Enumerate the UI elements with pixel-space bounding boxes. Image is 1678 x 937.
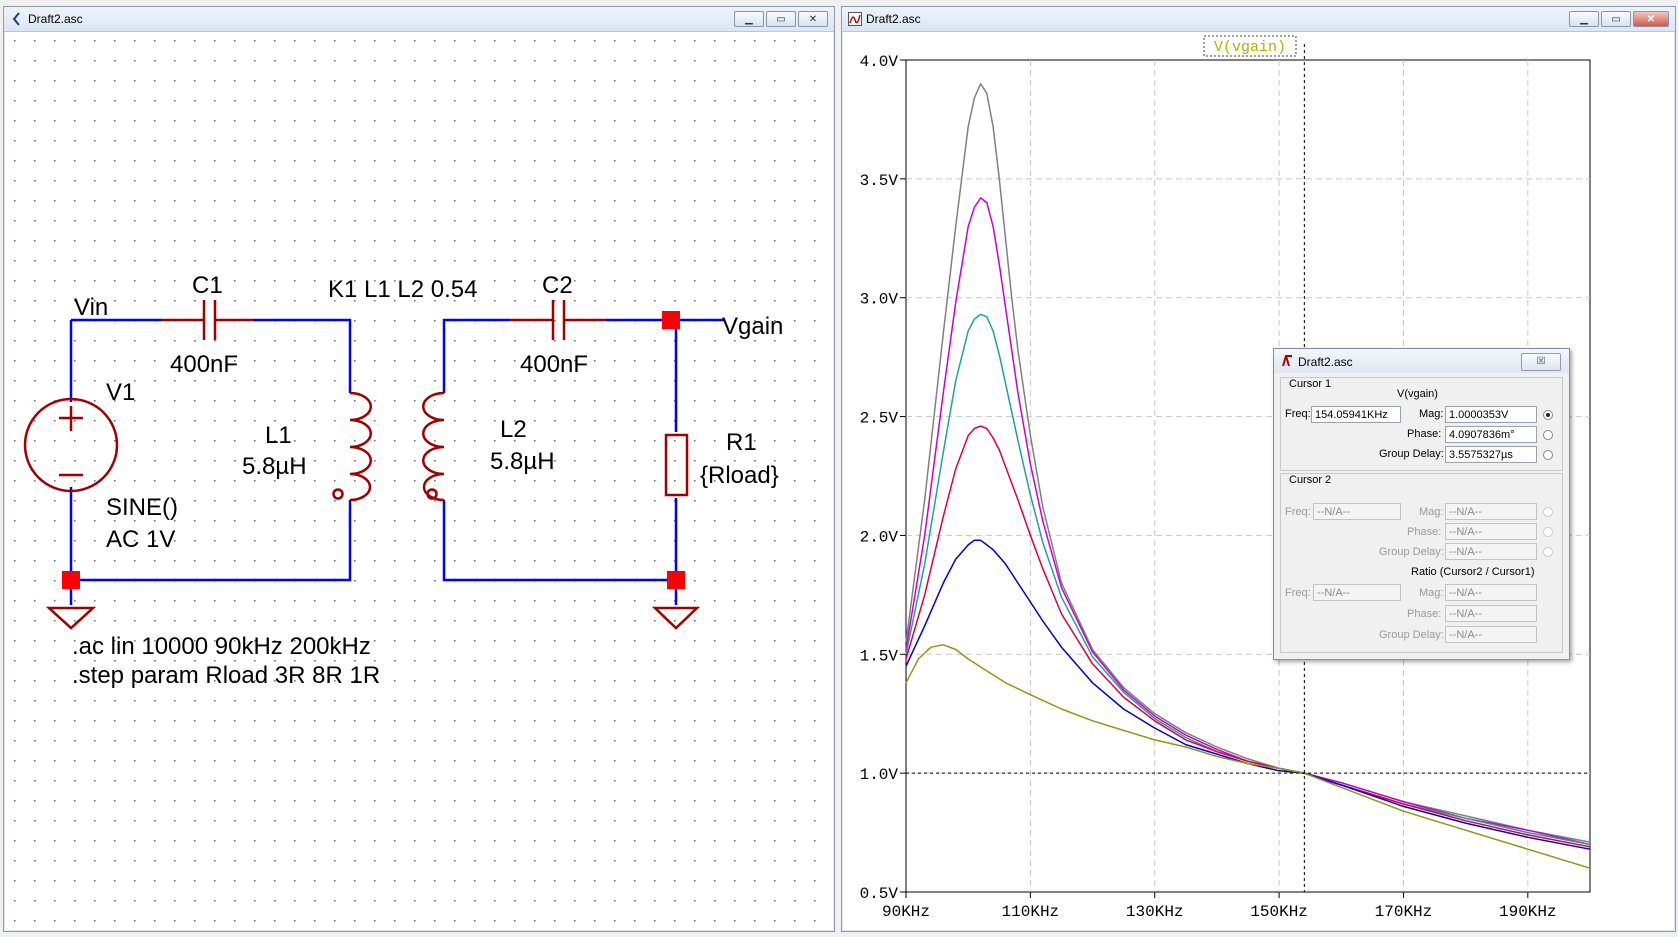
cursor1-trace-name: V(vgain) xyxy=(1397,388,1438,400)
phase-label: Phase: xyxy=(1407,608,1442,620)
node-ground[interactable] xyxy=(667,571,685,589)
x-tick-label: 170KHz xyxy=(1375,903,1433,921)
ratio-freq-field[interactable]: --N/A-- xyxy=(1313,584,1401,601)
schematic-window-title: Draft2.asc xyxy=(28,12,83,26)
group-delay-label: Group Delay: xyxy=(1379,448,1444,460)
group-delay-label: Group Delay: xyxy=(1379,629,1444,641)
cursor2-phase-field[interactable]: --N/A-- xyxy=(1445,523,1537,540)
y-tick-label: 1.0V xyxy=(860,766,899,784)
cursor-dialog[interactable]: Draft2.asc ☒ Cursor 1 V(vgain) Freq: 154… xyxy=(1273,348,1570,660)
x-tick-label: 90KHz xyxy=(882,903,930,921)
schematic-canvas[interactable]: Vin Vgain C1 400nF C2 400nF K1 L1 L2 0.5… xyxy=(8,32,830,927)
phase-label: Phase: xyxy=(1407,428,1442,440)
y-tick-label: 2.0V xyxy=(860,528,899,546)
cursor2-header: Cursor 2 xyxy=(1289,474,1332,486)
label-l1-value: 5.8µH xyxy=(242,453,307,480)
spice-directive-ac[interactable]: .ac lin 10000 90kHz 200kHz xyxy=(72,633,371,660)
freq-label: Freq: xyxy=(1285,587,1311,599)
cursor1-phase-radio[interactable] xyxy=(1543,430,1553,440)
mag-label: Mag: xyxy=(1419,408,1444,420)
y-tick-label: 1.5V xyxy=(860,647,899,665)
spice-directive-step[interactable]: .step param Rload 3R 8R 1R xyxy=(72,662,380,689)
y-tick-label: 3.0V xyxy=(860,291,899,309)
freq-label: Freq: xyxy=(1285,506,1311,518)
label-v1-value2: AC 1V xyxy=(106,526,175,553)
cursor2-mag-radio[interactable] xyxy=(1543,507,1553,517)
minimize-icon[interactable]: ▁ xyxy=(1569,11,1599,27)
cursor2-group: Cursor 2 Freq: --N/A-- Mag: --N/A-- Phas… xyxy=(1280,473,1563,653)
y-tick-label: 4.0V xyxy=(860,53,899,71)
waveform-icon xyxy=(848,12,862,26)
cursor1-group-delay-field[interactable]: 3.5575327µs xyxy=(1445,446,1537,463)
cursor1-freq-field[interactable]: 154.05941KHz xyxy=(1311,406,1401,423)
ratio-mag-field[interactable]: --N/A-- xyxy=(1445,584,1537,601)
label-v1-value1: SINE() xyxy=(106,494,178,521)
label-l2-name: L2 xyxy=(500,416,527,443)
label-r1-name: R1 xyxy=(726,429,757,456)
plot-window-title: Draft2.asc xyxy=(866,12,921,26)
restore-icon[interactable]: ▭ xyxy=(766,11,796,27)
group-delay-label: Group Delay: xyxy=(1379,546,1444,558)
label-r1-value: {Rload} xyxy=(700,462,779,489)
schematic-icon xyxy=(12,12,20,26)
cursor1-mag-radio[interactable] xyxy=(1543,410,1553,420)
schematic-drawing: Vin Vgain C1 400nF C2 400nF K1 L1 L2 0.5… xyxy=(8,32,830,927)
cursor2-group-delay-radio[interactable] xyxy=(1543,547,1553,557)
label-l1-name: L1 xyxy=(265,422,292,449)
node-ground[interactable] xyxy=(62,571,80,589)
label-k1: K1 L1 L2 0.54 xyxy=(328,276,477,303)
x-tick-label: 130KHz xyxy=(1126,903,1184,921)
close-icon[interactable]: ✕ xyxy=(1633,11,1669,27)
y-tick-label: 3.5V xyxy=(860,172,899,190)
x-tick-label: 110KHz xyxy=(1002,903,1060,921)
minimize-icon[interactable]: ▁ xyxy=(734,11,764,27)
plot-titlebar[interactable]: Draft2.asc ▁ ▭ ✕ xyxy=(842,7,1675,32)
close-icon[interactable]: ✕ xyxy=(798,11,828,27)
x-tick-label: 150KHz xyxy=(1250,903,1308,921)
label-c1-value: 400nF xyxy=(170,351,238,378)
cursor1-phase-field[interactable]: 4.0907836m° xyxy=(1445,426,1537,443)
cursor2-group-delay-field[interactable]: --N/A-- xyxy=(1445,543,1537,560)
y-tick-label: 0.5V xyxy=(860,885,899,903)
label-vgain: Vgain xyxy=(722,313,783,340)
restore-icon[interactable]: ▭ xyxy=(1601,11,1631,27)
label-vin: Vin xyxy=(74,294,108,321)
mag-label: Mag: xyxy=(1419,506,1444,518)
schematic-window[interactable]: Draft2.asc ▁ ▭ ✕ Vin Vgain C1 400nF C2 4… xyxy=(3,6,835,932)
cursor1-header: Cursor 1 xyxy=(1289,378,1332,390)
ratio-phase-field[interactable]: --N/A-- xyxy=(1445,605,1537,622)
ratio-group-delay-field[interactable]: --N/A-- xyxy=(1445,626,1537,643)
cursor1-group: Cursor 1 V(vgain) Freq: 154.05941KHz Mag… xyxy=(1280,377,1563,471)
cursor-dialog-title: Draft2.asc xyxy=(1298,355,1353,369)
close-icon[interactable]: ☒ xyxy=(1521,353,1561,371)
ltspice-icon xyxy=(1282,355,1292,367)
phase-label: Phase: xyxy=(1407,526,1442,538)
cursor-dialog-titlebar[interactable]: Draft2.asc ☒ xyxy=(1274,349,1569,373)
y-tick-label: 2.5V xyxy=(860,410,899,428)
label-c2-value: 400nF xyxy=(520,351,588,378)
freq-label: Freq: xyxy=(1285,408,1311,420)
node-vgain[interactable] xyxy=(662,311,680,329)
cursor2-freq-field[interactable]: --N/A-- xyxy=(1313,503,1401,520)
schematic-titlebar[interactable]: Draft2.asc ▁ ▭ ✕ xyxy=(4,7,834,32)
label-l2-value: 5.8µH xyxy=(490,448,555,475)
cursor2-mag-field[interactable]: --N/A-- xyxy=(1445,503,1537,520)
mag-label: Mag: xyxy=(1419,587,1444,599)
label-c2-name: C2 xyxy=(542,272,573,299)
trace-label[interactable]: V(vgain) xyxy=(1214,39,1286,56)
label-c1-name: C1 xyxy=(192,272,223,299)
ratio-header: Ratio (Cursor2 / Cursor1) xyxy=(1411,566,1535,578)
cursor1-mag-field[interactable]: 1.0000353V xyxy=(1445,406,1537,423)
cursor1-group-delay-radio[interactable] xyxy=(1543,450,1553,460)
cursor2-phase-radio[interactable] xyxy=(1543,527,1553,537)
x-tick-label: 190KHz xyxy=(1499,903,1557,921)
label-v1-name: V1 xyxy=(106,379,135,406)
